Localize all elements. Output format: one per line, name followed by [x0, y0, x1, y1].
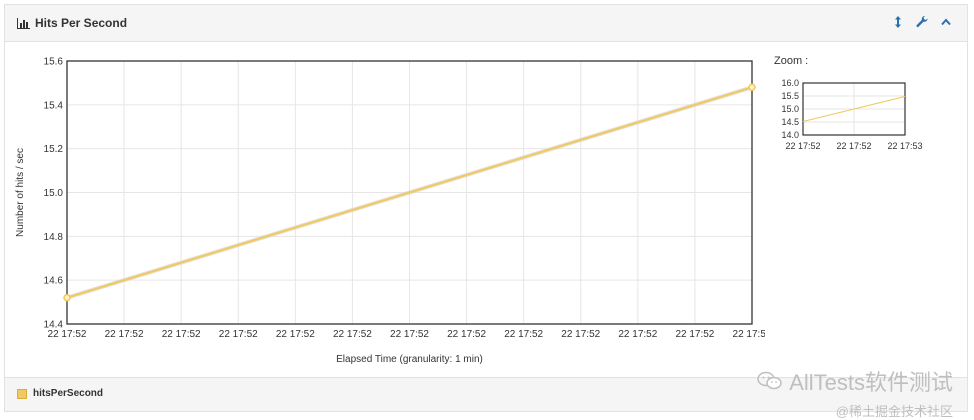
- x-tick-label: 22 17:52: [836, 141, 871, 151]
- x-tick-label: 22 17:52: [48, 329, 87, 340]
- y-tick-label: 15.4: [44, 100, 64, 111]
- y-tick-label: 15.2: [44, 144, 64, 155]
- main-chart[interactable]: 22 17:52 22 17:52 22 17:52 22 17:52 22 17:52…: [5, 41, 765, 371]
- y-tick-label: 15.0: [44, 188, 64, 199]
- zoom-chart[interactable]: 22 17:52 22 17:52 22 17:53 14.0 14.5 15.0 15.5…: [765, 75, 925, 160]
- watermark: AllTests软件测试 @稀土掘金技术社区: [757, 365, 953, 420]
- bar-chart-icon: [17, 17, 30, 29]
- x-tick-label: 22 17:52: [618, 329, 657, 340]
- x-tick-label: 22 17:52: [561, 329, 600, 340]
- panel-title-text: Hits Per Second: [35, 16, 128, 30]
- x-tick-label: 22 17:52: [276, 329, 315, 340]
- y-tick-label: 14.5: [781, 117, 799, 127]
- x-tick-label: 22 17:52: [504, 329, 543, 340]
- y-tick-label: 15.0: [781, 104, 799, 114]
- y-axis-label: Number of hits / sec: [15, 148, 26, 237]
- legend-swatch: [17, 388, 27, 399]
- y-tick-label: 15.6: [44, 57, 64, 68]
- y-tick-label: 15.5: [781, 91, 799, 101]
- collapse-chevron-icon[interactable]: [939, 15, 953, 29]
- x-tick-label: 22 17:53: [887, 141, 922, 151]
- y-tick-label: 14.6: [44, 276, 64, 287]
- x-tick-label: 22 17:52: [219, 329, 258, 340]
- data-point: [748, 83, 756, 92]
- x-tick-label: 22 17:52: [333, 329, 372, 340]
- hits-per-second-panel: Hits Per Second 22 17:52 22 17:52 22 17:52…: [4, 4, 968, 419]
- panel-header: Hits Per Second: [5, 5, 967, 42]
- watermark-brand: AllTests软件测试: [789, 370, 953, 395]
- x-axis-label: Elapsed Time (granularity: 1 min): [336, 354, 483, 365]
- y-tick-label: 14.8: [44, 232, 64, 243]
- wrench-icon[interactable]: [915, 15, 929, 29]
- y-tick-label: 14.4: [44, 320, 64, 331]
- zoom-label: Zoom :: [774, 55, 809, 67]
- wechat-icon: [757, 371, 782, 390]
- data-point: [63, 293, 71, 302]
- legend-label: hitsPerSecond: [33, 388, 104, 399]
- x-tick-label: 22 17:52: [105, 329, 144, 340]
- x-tick-label: 22 17:52: [447, 329, 486, 340]
- y-tick-label: 16.0: [781, 78, 799, 88]
- panel-title: Hits Per Second: [17, 16, 127, 30]
- legend-item-hitsPerSecond[interactable]: hitsPerSecond: [17, 388, 103, 399]
- vertical-arrows-icon[interactable]: [891, 15, 905, 29]
- x-tick-label: 22 17:52: [390, 329, 429, 340]
- watermark-community: @稀土掘金技术社区: [835, 404, 953, 419]
- x-tick-label: 22 17:52: [162, 329, 201, 340]
- x-tick-label: 22 17:53: [733, 329, 765, 340]
- panel-tools: [891, 15, 953, 29]
- x-tick-label: 22 17:52: [675, 329, 714, 340]
- y-tick-label: 14.0: [781, 130, 799, 140]
- x-tick-label: 22 17:52: [785, 141, 820, 151]
